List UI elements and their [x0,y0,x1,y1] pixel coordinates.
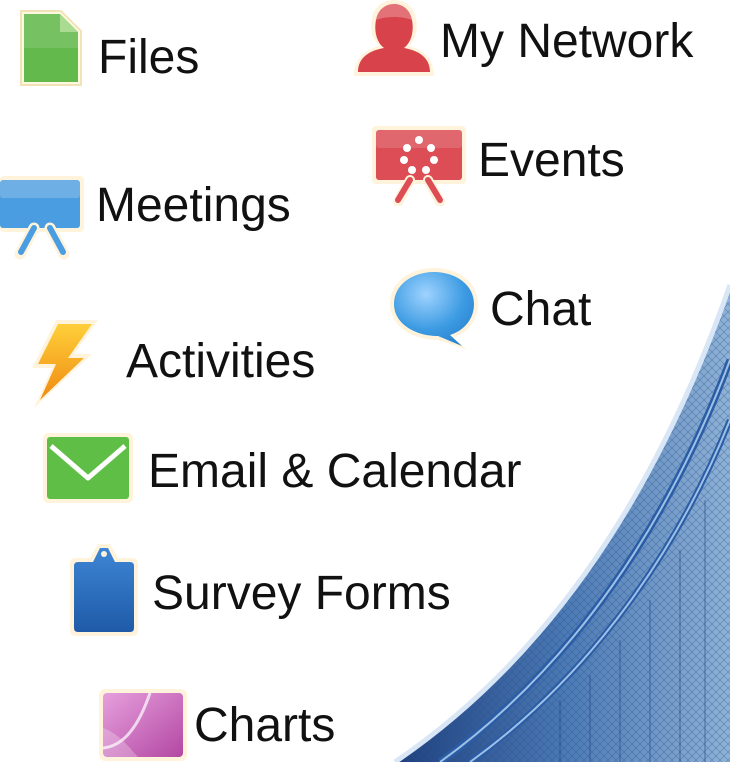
files-label: Files [98,31,200,84]
presentation-board-icon [372,126,466,206]
bridge-background-image [370,250,730,762]
events-label: Events [478,134,625,187]
envelope-icon [43,433,133,503]
survey-forms-label: Survey Forms [152,567,451,620]
presentation-screen-icon [0,176,84,260]
activities-label: Activities [126,335,316,388]
meetings-label: Meetings [96,179,291,232]
chart-card-icon [99,689,187,761]
chat-label: Chat [490,283,592,336]
charts-label: Charts [194,699,336,752]
lightning-icon [32,320,98,408]
speech-bubble-icon [390,268,478,350]
my-network-label: My Network [440,15,694,68]
file-icon [20,10,82,86]
email-calendar-label: Email & Calendar [148,445,522,498]
person-icon [354,0,434,76]
clipboard-icon [70,544,138,636]
